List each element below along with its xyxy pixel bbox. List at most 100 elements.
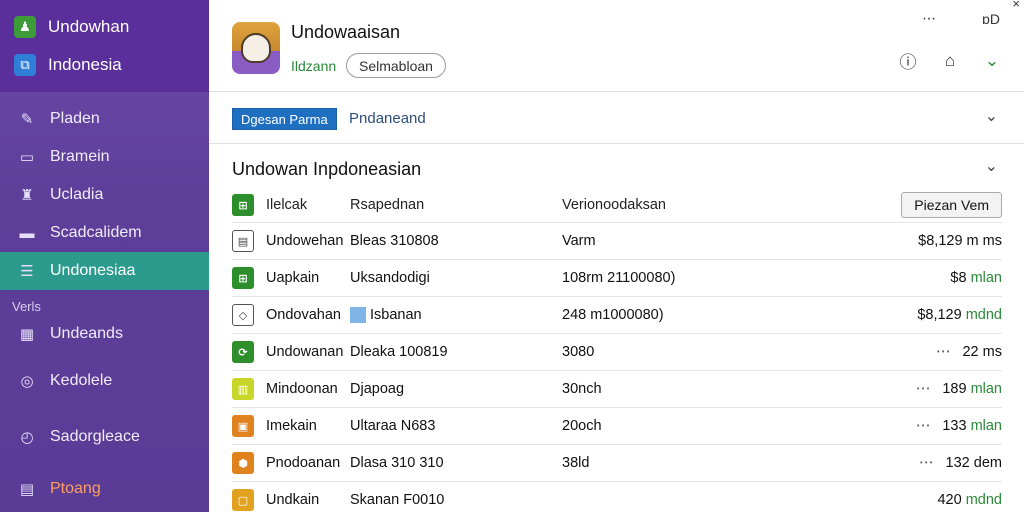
- row-version: 108rm 21100080): [562, 270, 676, 286]
- filter-label[interactable]: Pndaneand: [349, 110, 426, 127]
- table-row[interactable]: ⬢ Pnodoanan Dlasa 310 310 38ld ⋯ 132 dem: [232, 445, 1002, 482]
- sidebar-item-1[interactable]: ✎ Pladen: [0, 100, 209, 138]
- row-name: Undowehan: [266, 233, 344, 249]
- row-value-unit: mdnd: [965, 307, 1002, 323]
- row-version: 248 m1000080): [562, 307, 664, 323]
- view-toggle-icon[interactable]: ɒD: [982, 11, 1000, 27]
- row-value-number: 133: [942, 418, 967, 434]
- table-row[interactable]: ▣ Imekain Ultaraa N683 20och ⋯ 133 mlan: [232, 408, 1002, 445]
- row-version: 20och: [562, 418, 602, 434]
- row-value: 420 mdnd: [802, 492, 1002, 508]
- row-value-number: 132: [945, 455, 970, 471]
- sidebar-item-3[interactable]: ♜ Ucladia: [0, 176, 209, 214]
- sidebar-brand-app[interactable]: ♟ Undowhan: [0, 8, 209, 46]
- row-name: Uapkain: [266, 270, 320, 286]
- sidebar: ♟ Undowhan ⧉ Indonesia ✎ Pladen ▭ Bramei…: [0, 0, 209, 512]
- sidebar-item-2[interactable]: ▭ Bramein: [0, 138, 209, 176]
- sidebar-item-label: Sadorgleace: [50, 428, 140, 445]
- sidebar-item-6[interactable]: ▦ Undeands: [0, 314, 209, 354]
- row-name: Imekain: [266, 418, 317, 434]
- section-chevron-down-icon[interactable]: ⌄: [985, 156, 998, 176]
- close-icon[interactable]: ×: [1012, 0, 1020, 11]
- row-name: Undowanan: [266, 344, 344, 360]
- row-ref-text: Uksandodigi: [350, 270, 430, 286]
- page-title: Undowaaisan: [291, 22, 401, 42]
- row-ref-text: Dlasa 310 310: [350, 455, 444, 471]
- sidebar-item-8[interactable]: ◴ Sadorgleace: [0, 418, 209, 456]
- data-table: ⊞ Ilelcak Rsapednan Verionoodaksan Pieza…: [232, 188, 1002, 512]
- row-type-icon: ▢: [232, 489, 254, 511]
- table-row[interactable]: ⊞ Uapkain Uksandodigi 108rm 21100080) $8…: [232, 260, 1002, 297]
- row-value-number: 420: [937, 492, 962, 508]
- more-icon[interactable]: ⋯: [916, 381, 931, 397]
- sidebar-brand-workspace[interactable]: ⧉ Indonesia: [0, 46, 209, 84]
- row-name: Pnodoanan: [266, 455, 341, 471]
- monitor-icon: ▭: [19, 149, 35, 166]
- sidebar-item-7[interactable]: ◎ Kedolele: [0, 362, 209, 400]
- table-row[interactable]: ▢ Undkain Skanan F0010 420 mdnd: [232, 482, 1002, 512]
- more-icon[interactable]: ⋯: [922, 10, 936, 27]
- row-value-unit: dem: [973, 455, 1002, 471]
- row-value-number: $8,129 m: [918, 233, 979, 249]
- brand-label: Undowhan: [48, 17, 130, 36]
- sidebar-item-label: Kedolele: [50, 372, 113, 389]
- row-type-icon: ⊞: [232, 267, 254, 289]
- window-controls: ⋯ ⋯ ɒD: [922, 10, 1000, 27]
- table-action-button[interactable]: Piezan Vem: [901, 192, 1002, 218]
- bell-icon[interactable]: ⌂: [940, 51, 960, 71]
- column-header: Rsapednan: [350, 197, 425, 213]
- row-ref: Dleaka 100819: [350, 344, 562, 360]
- filter-button[interactable]: Dgesan Parma: [232, 108, 337, 130]
- row-name: Mindoonan: [266, 381, 338, 397]
- status-pill-button[interactable]: Selmabloan: [346, 53, 446, 78]
- app-avatar-icon: [232, 22, 280, 74]
- row-version: Varm: [562, 233, 596, 249]
- info-icon[interactable]: ⓘ: [898, 48, 918, 73]
- row-value: $8,129 mdnd: [802, 307, 1002, 323]
- sidebar-item-label: Ptoang: [50, 480, 101, 497]
- chevron-down-icon[interactable]: ⌄: [982, 51, 1002, 71]
- row-value: ⋯ 22 ms: [802, 344, 1002, 360]
- app-header: Undowaaisan Ildzann Selmabloan ⋯ ⋯ ɒD × …: [209, 0, 1024, 92]
- list-icon: ☰: [20, 263, 34, 280]
- workspace-label: Indonesia: [48, 55, 122, 74]
- row-version: 3080: [562, 344, 595, 360]
- row-value: ⋯ 189 mlan: [802, 381, 1002, 397]
- table-row[interactable]: ⟳ Undowanan Dleaka 100819 3080 ⋯ 22 ms: [232, 334, 1002, 371]
- sidebar-item-5-active[interactable]: ☰ Undonesiaa: [0, 252, 209, 290]
- main-panel: Undowaaisan Ildzann Selmabloan ⋯ ⋯ ɒD × …: [209, 0, 1024, 512]
- header-actions: ⓘ ⌂ ⌄: [898, 48, 1002, 73]
- row-type-icon: ▣: [232, 415, 254, 437]
- row-ref: Dlasa 310 310: [350, 455, 562, 471]
- table-row[interactable]: ▥ Mindoonan Djapoag 30nch ⋯ 189 mlan: [232, 371, 1002, 408]
- row-value-unit: ms: [982, 233, 1002, 249]
- row-type-icon: ▥: [232, 378, 254, 400]
- more-icon[interactable]: ⋯: [936, 344, 951, 360]
- header-grid-icon: ⊞: [232, 194, 254, 216]
- more-icon[interactable]: ⋯: [919, 455, 934, 471]
- row-type-icon: ▤: [232, 230, 254, 252]
- more-icon[interactable]: ⋯: [916, 418, 931, 434]
- row-version: 30nch: [562, 381, 602, 397]
- sidebar-item-4[interactable]: ▬ Scadcalidem: [0, 214, 209, 252]
- row-name: Undkain: [266, 492, 320, 508]
- row-value-unit: mlan: [970, 270, 1002, 286]
- table-row[interactable]: ◇ Ondovahan Isbanan 248 m1000080) $8,129…: [232, 297, 1002, 334]
- row-ref: Bleas 310808: [350, 233, 562, 249]
- row-type-icon: ⟳: [232, 341, 254, 363]
- page-subtitle: Ildzann: [291, 58, 337, 74]
- row-value-unit: ms: [982, 344, 1002, 360]
- sidebar-item-9[interactable]: ▤ Ptoang: [0, 470, 209, 508]
- table-row[interactable]: ▤ Undowehan Bleas 310808 Varm $8,129 m m…: [232, 223, 1002, 260]
- shirt-icon: ♜: [20, 187, 34, 204]
- row-value-unit: mdnd: [965, 492, 1002, 508]
- row-type-icon: ◇: [232, 304, 254, 326]
- section-title: Undowan Inpdoneasian: [232, 159, 422, 179]
- row-value: $8,129 m ms: [802, 233, 1002, 249]
- row-version: 38ld: [562, 455, 590, 471]
- filter-chevron-down-icon[interactable]: ⌄: [985, 106, 998, 126]
- grid-icon: ▦: [19, 326, 35, 343]
- row-ref-text: Bleas 310808: [350, 233, 439, 249]
- sidebar-item-label: Pladen: [50, 110, 100, 127]
- row-ref: Skanan F0010: [350, 492, 562, 508]
